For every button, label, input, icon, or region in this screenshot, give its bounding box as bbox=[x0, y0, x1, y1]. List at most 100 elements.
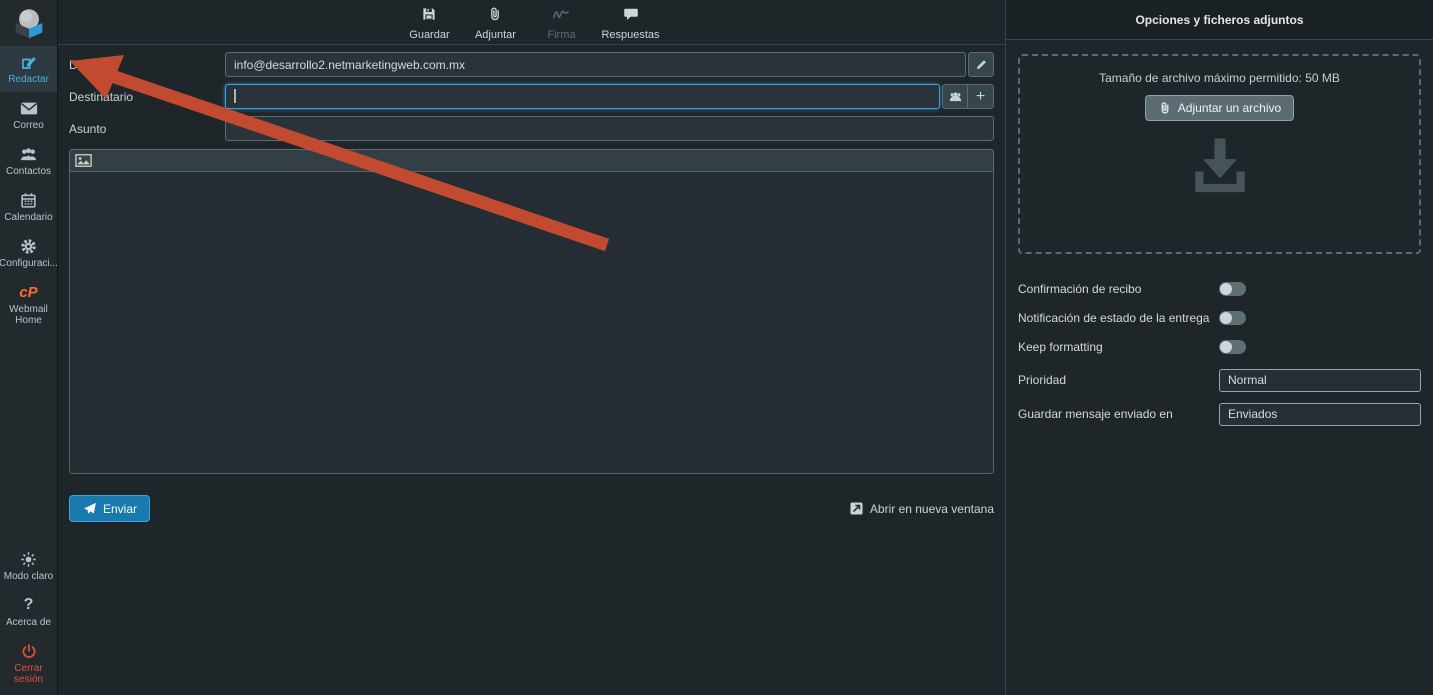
image-icon bbox=[75, 154, 92, 167]
people-icon bbox=[948, 91, 963, 103]
text-cursor bbox=[234, 89, 236, 103]
options-panel-header: Opciones y ficheros adjuntos bbox=[1006, 0, 1433, 40]
keep-formatting-toggle[interactable] bbox=[1219, 340, 1246, 354]
option-row: Keep formatting bbox=[1018, 332, 1421, 361]
options-panel: Opciones y ficheros adjuntos Tamaño de a… bbox=[1005, 0, 1433, 695]
message-options: Confirmación de recibo Notificación de e… bbox=[1006, 264, 1433, 429]
send-button-label: Enviar bbox=[103, 502, 137, 516]
sidebar-item-logout[interactable]: Cerrar sesión bbox=[0, 635, 57, 695]
sidebar-item-label: Contactos bbox=[6, 166, 51, 177]
open-new-window-link[interactable]: Abrir en nueva ventana bbox=[849, 501, 994, 516]
sidebar-item-label: Webmail Home bbox=[6, 304, 52, 326]
editor-toolbar bbox=[69, 149, 994, 171]
sidebar: Redactar Correo Contactos Calendario Con bbox=[0, 0, 58, 695]
sidebar-item-calendar[interactable]: Calendario bbox=[0, 184, 57, 230]
paperclip-icon bbox=[487, 6, 503, 27]
sidebar-item-label: Correo bbox=[13, 120, 44, 131]
dsn-toggle[interactable] bbox=[1219, 311, 1246, 325]
compose-main: Guardar Adjuntar Firma Respuestas bbox=[58, 0, 1005, 695]
toggle-knob bbox=[1220, 341, 1232, 353]
toolbar-button-label: Respuestas bbox=[601, 29, 659, 41]
from-label: De bbox=[69, 58, 225, 72]
priority-select[interactable]: Normal bbox=[1219, 369, 1421, 392]
attach-file-button[interactable]: Adjuntar un archivo bbox=[1145, 95, 1294, 121]
power-icon bbox=[21, 642, 37, 660]
sidebar-item-webmail-home[interactable]: cP Webmail Home bbox=[0, 276, 57, 333]
plus-icon: + bbox=[976, 89, 985, 105]
to-input[interactable] bbox=[225, 84, 940, 109]
roundcube-logo-icon[interactable] bbox=[0, 0, 57, 46]
mail-icon bbox=[20, 99, 38, 117]
toggle-knob bbox=[1220, 312, 1232, 324]
pencil-icon bbox=[975, 58, 988, 71]
subject-label: Asunto bbox=[69, 122, 225, 136]
signature-icon bbox=[552, 6, 570, 27]
help-icon: ? bbox=[24, 596, 34, 614]
sidebar-item-label: Redactar bbox=[8, 74, 49, 85]
contacts-icon bbox=[19, 145, 38, 163]
compose-toolbar: Guardar Adjuntar Firma Respuestas bbox=[58, 0, 1005, 45]
option-label: Keep formatting bbox=[1018, 340, 1219, 354]
paperclip-icon bbox=[1158, 101, 1172, 115]
message-editor bbox=[69, 149, 994, 474]
responses-button[interactable]: Respuestas bbox=[601, 6, 659, 41]
send-button[interactable]: Enviar bbox=[69, 495, 150, 522]
sun-icon bbox=[20, 550, 37, 568]
save-button[interactable]: Guardar bbox=[403, 6, 455, 41]
compose-footer: Enviar Abrir en nueva ventana bbox=[69, 495, 994, 522]
sidebar-item-label: Cerrar sesión bbox=[1, 663, 56, 685]
sidebar-item-mail[interactable]: Correo bbox=[0, 92, 57, 138]
external-link-icon bbox=[849, 501, 864, 516]
save-icon bbox=[421, 6, 437, 27]
sidebar-item-compose[interactable]: Redactar bbox=[0, 46, 57, 92]
attach-file-button-label: Adjuntar un archivo bbox=[1178, 101, 1281, 115]
from-row: De bbox=[69, 52, 994, 77]
calendar-icon bbox=[20, 191, 37, 209]
option-row: Confirmación de recibo bbox=[1018, 274, 1421, 303]
compose-form: De Destinatario + bbox=[58, 52, 1005, 522]
toggle-knob bbox=[1220, 283, 1232, 295]
save-sent-folder-select[interactable]: Enviados bbox=[1219, 403, 1421, 426]
sidebar-item-light-mode[interactable]: Modo claro bbox=[0, 543, 57, 589]
download-drop-icon bbox=[1020, 137, 1419, 200]
compose-icon bbox=[20, 53, 37, 71]
options-panel-title: Opciones y ficheros adjuntos bbox=[1135, 13, 1303, 27]
option-row: Guardar mensaje enviado en Enviados bbox=[1018, 399, 1421, 429]
sidebar-item-label: Acerca de bbox=[6, 617, 51, 628]
sidebar-item-label: Calendario bbox=[4, 212, 52, 223]
paper-plane-icon bbox=[82, 501, 97, 516]
to-label: Destinatario bbox=[69, 90, 225, 104]
insert-image-button[interactable] bbox=[75, 154, 92, 167]
edit-identity-button[interactable] bbox=[968, 52, 994, 77]
sidebar-item-settings[interactable]: Configuraci... bbox=[0, 230, 57, 276]
signature-button[interactable]: Firma bbox=[535, 6, 587, 41]
option-label: Notificación de estado de la entrega bbox=[1018, 311, 1219, 325]
settings-icon bbox=[20, 237, 37, 255]
sidebar-spacer bbox=[0, 333, 57, 543]
sidebar-item-about[interactable]: ? Acerca de bbox=[0, 589, 57, 635]
receipt-toggle[interactable] bbox=[1219, 282, 1246, 296]
webmail-compose-window: Redactar Correo Contactos Calendario Con bbox=[0, 0, 1433, 695]
attachment-drop-area[interactable]: Tamaño de archivo máximo permitido: 50 M… bbox=[1018, 54, 1421, 254]
message-body-input[interactable] bbox=[69, 171, 994, 474]
sidebar-item-contacts[interactable]: Contactos bbox=[0, 138, 57, 184]
option-label: Guardar mensaje enviado en bbox=[1018, 407, 1219, 421]
toolbar-button-label: Firma bbox=[547, 29, 575, 41]
attach-button[interactable]: Adjuntar bbox=[469, 6, 521, 41]
subject-input[interactable] bbox=[225, 116, 994, 141]
toolbar-button-label: Adjuntar bbox=[475, 29, 516, 41]
cpanel-icon: cP bbox=[19, 283, 37, 301]
contacts-picker-button[interactable] bbox=[942, 84, 968, 109]
add-recipient-button[interactable]: + bbox=[968, 84, 994, 109]
to-row: Destinatario + bbox=[69, 84, 994, 109]
subject-row: Asunto bbox=[69, 116, 994, 141]
open-new-window-label: Abrir en nueva ventana bbox=[870, 502, 994, 516]
from-input[interactable] bbox=[225, 52, 966, 77]
option-label: Prioridad bbox=[1018, 373, 1219, 387]
toolbar-button-label: Guardar bbox=[409, 29, 449, 41]
sidebar-item-label: Configuraci... bbox=[0, 258, 58, 269]
option-row: Notificación de estado de la entrega bbox=[1018, 303, 1421, 332]
max-file-size-text: Tamaño de archivo máximo permitido: 50 M… bbox=[1020, 71, 1419, 85]
responses-icon bbox=[623, 6, 639, 27]
option-label: Confirmación de recibo bbox=[1018, 282, 1219, 296]
